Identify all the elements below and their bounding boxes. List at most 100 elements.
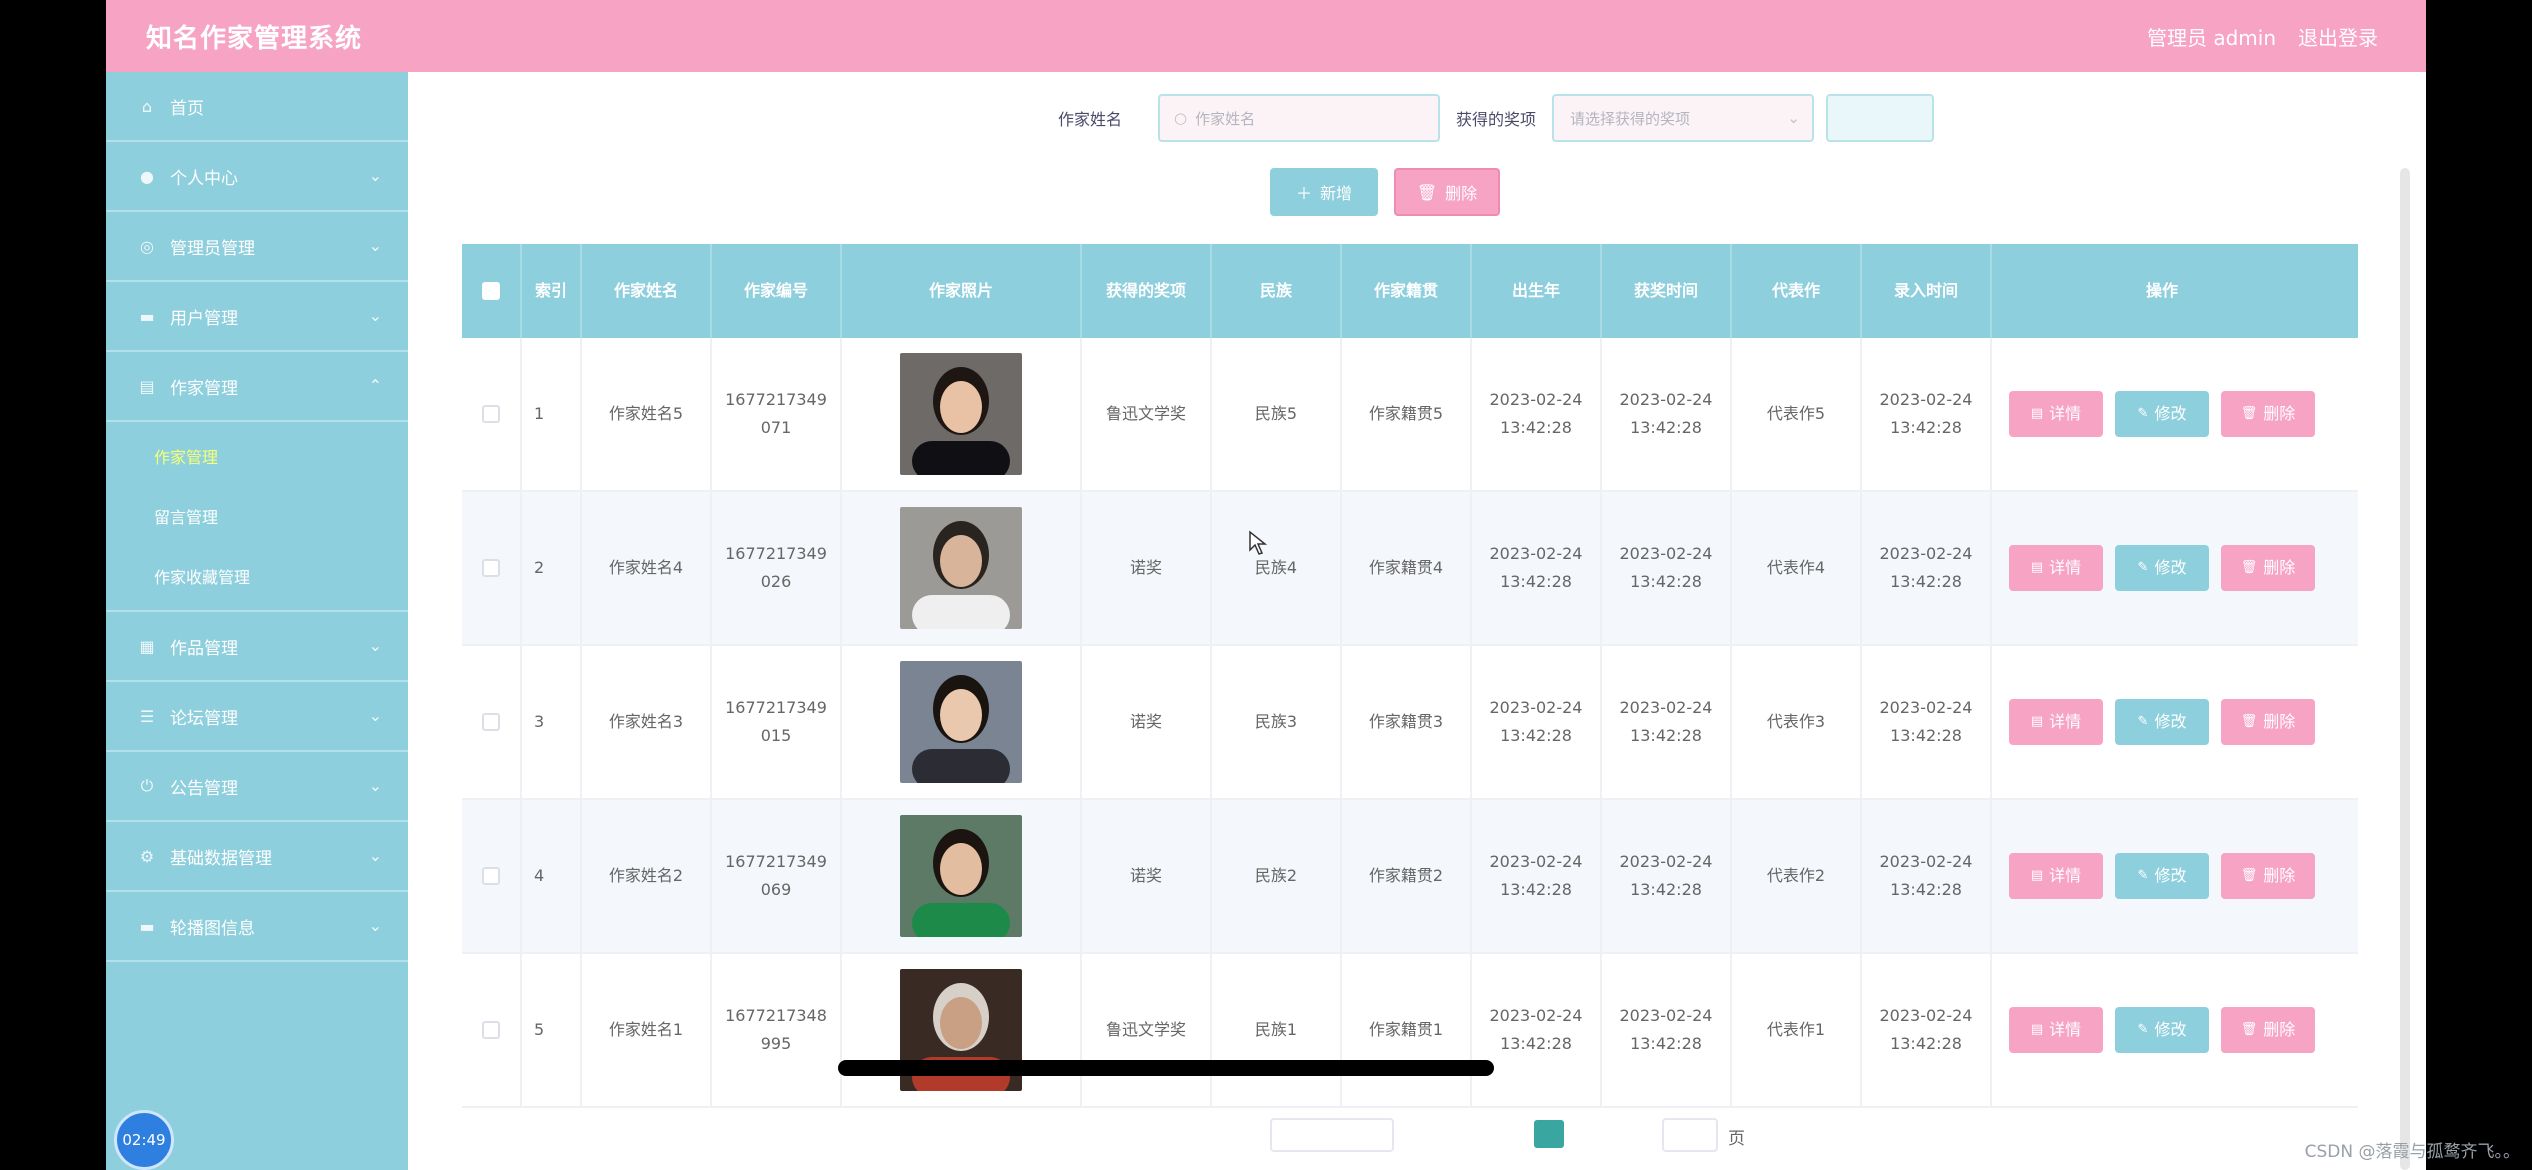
edit-button[interactable]: ✎ 修改 (2115, 391, 2209, 437)
delete-button[interactable]: 🗑 删除 (2221, 699, 2315, 745)
name-cell: 作家姓名1 (582, 954, 712, 1106)
sidebar-item[interactable]: ▦ 作品管理 ⌄ (106, 612, 408, 682)
photo-cell (842, 646, 1082, 798)
select-all-checkbox[interactable] (482, 282, 500, 300)
sidebar-item-label: 作家管理 (170, 378, 238, 399)
row-checkbox[interactable] (482, 867, 500, 885)
row-checkbox[interactable] (482, 559, 500, 577)
photo-cell (842, 492, 1082, 644)
edit-button[interactable]: ✎ 修改 (2115, 1007, 2209, 1053)
sidebar-item[interactable]: ● 个人中心 ⌄ (106, 142, 408, 212)
goto-page-input[interactable] (1662, 1118, 1718, 1152)
writer-code-line: 015 (760, 726, 792, 745)
datetime-cell: 2023-02-24 13:42:28 (1862, 492, 1992, 644)
date-text: 2023-02-24 (1879, 390, 1973, 409)
sidebar-item[interactable]: ⌂ 首页 (106, 72, 408, 142)
writer-code-cell: 1677217349 069 (712, 800, 842, 952)
detail-button[interactable]: ▤ 详情 (2009, 545, 2103, 591)
delete-button[interactable]: 🗑 删除 (2221, 391, 2315, 437)
column-header[interactable]: 代表作 (1732, 244, 1862, 338)
datetime-cell: 2023-02-24 13:42:28 (1602, 492, 1732, 644)
time-text: 13:42:28 (1890, 880, 1962, 899)
clock-badge: 02:49 (114, 1110, 174, 1170)
sidebar-item[interactable]: ☰ 论坛管理 ⌄ (106, 682, 408, 752)
sidebar-item[interactable]: ▬ 轮播图信息 ⌄ (106, 892, 408, 962)
column-header[interactable]: 录入时间 (1862, 244, 1992, 338)
column-header[interactable]: 出生年 (1472, 244, 1602, 338)
column-header[interactable]: 作家编号 (712, 244, 842, 338)
edit-button[interactable]: ✎ 修改 (2115, 699, 2209, 745)
edit-button[interactable]: ✎ 修改 (2115, 853, 2209, 899)
column-header[interactable]: 民族 (1212, 244, 1342, 338)
detail-button[interactable]: ▤ 详情 (2009, 699, 2103, 745)
logout-link[interactable]: 退出登录 (2298, 22, 2378, 51)
name-search-input[interactable]: ○ 作家姓名 (1158, 94, 1440, 142)
page-size-select[interactable] (1270, 1118, 1394, 1152)
work-cell: 代表作1 (1732, 954, 1862, 1106)
detail-button-label: 详情 (2049, 404, 2082, 423)
origin-cell: 作家籍贯3 (1342, 646, 1472, 798)
vertical-scrollbar[interactable] (2400, 168, 2410, 1170)
chevron-icon: ⌄ (368, 236, 382, 255)
sidebar-item[interactable]: ⚙ 基础数据管理 ⌄ (106, 822, 408, 892)
detail-button[interactable]: ▤ 详情 (2009, 853, 2103, 899)
chevron-down-icon: ⌄ (1787, 109, 1800, 127)
plus-icon: ＋ (1295, 184, 1312, 203)
chevron-icon: ⌄ (368, 846, 382, 865)
submenu-item[interactable]: 作家管理 (106, 426, 408, 486)
edit-button[interactable]: ✎ 修改 (2115, 545, 2209, 591)
writer-code-line: 1677217349 (725, 852, 827, 871)
document-icon: ▤ (2030, 714, 2044, 729)
submenu-item[interactable]: 作家收藏管理 (106, 546, 408, 606)
home-icon: ⌂ (141, 96, 153, 116)
submenu-item[interactable]: 留言管理 (106, 486, 408, 546)
home-indicator (838, 1060, 1494, 1076)
current-page[interactable] (1534, 1120, 1564, 1148)
writer-photo[interactable] (900, 353, 1022, 475)
main-content: 作家姓名 ○ 作家姓名 获得的奖项 请选择获得的奖项 ⌄ ＋ 新增 🗑 删除 索… (408, 72, 2418, 1170)
sidebar-item[interactable]: ▬ 用户管理 ⌄ (106, 282, 408, 352)
column-header[interactable]: 作家照片 (842, 244, 1082, 338)
delete-button[interactable]: 🗑 删除 (2221, 1007, 2315, 1053)
writer-photo[interactable] (900, 507, 1022, 629)
datetime-cell: 2023-02-24 13:42:28 (1602, 800, 1732, 952)
person-icon: ● (140, 166, 154, 186)
add-button[interactable]: ＋ 新增 (1270, 168, 1378, 216)
row-checkbox[interactable] (482, 405, 500, 423)
delete-button[interactable]: 🗑 删除 (2221, 853, 2315, 899)
date-text: 2023-02-24 (1489, 1006, 1583, 1025)
delete-button-label: 删除 (2263, 712, 2296, 731)
datetime-cell: 2023-02-24 13:42:28 (1472, 338, 1602, 490)
name-cell: 作家姓名2 (582, 800, 712, 952)
actions-cell: ▤ 详情 ✎ 修改 🗑 删除 (1992, 800, 2332, 952)
trash-icon: 🗑 (2240, 1022, 2258, 1037)
column-header[interactable]: 获奖时间 (1602, 244, 1732, 338)
row-checkbox[interactable] (482, 713, 500, 731)
column-header[interactable]: 索引 (522, 244, 582, 338)
header-select-all[interactable] (462, 244, 522, 338)
award-select[interactable]: 请选择获得的奖项 ⌄ (1552, 94, 1814, 142)
sidebar-item[interactable]: ◎ 管理员管理 ⌄ (106, 212, 408, 282)
sidebar-item[interactable]: ▤ 作家管理 ⌃ (106, 352, 408, 422)
batch-delete-button[interactable]: 🗑 删除 (1394, 168, 1500, 216)
trash-icon: 🗑 (2240, 560, 2258, 575)
writer-photo[interactable] (900, 815, 1022, 937)
delete-button-label: 删除 (2263, 866, 2296, 885)
delete-button[interactable]: 🗑 删除 (2221, 545, 2315, 591)
query-button[interactable] (1826, 94, 1934, 142)
detail-button[interactable]: ▤ 详情 (2009, 391, 2103, 437)
detail-button[interactable]: ▤ 详情 (2009, 1007, 2103, 1053)
row-checkbox[interactable] (482, 1021, 500, 1039)
detail-button-label: 详情 (2049, 866, 2082, 885)
column-header[interactable]: 作家籍贯 (1342, 244, 1472, 338)
time-text: 13:42:28 (1630, 418, 1702, 437)
writer-code-line: 071 (760, 418, 792, 437)
sidebar-item[interactable]: ⏻ 公告管理 ⌄ (106, 752, 408, 822)
column-header[interactable]: 作家姓名 (582, 244, 712, 338)
trash-icon: 🗑 (2240, 406, 2258, 421)
column-header[interactable]: 获得的奖项 (1082, 244, 1212, 338)
search-icon: ○ (1174, 109, 1188, 127)
date-text: 2023-02-24 (1619, 852, 1713, 871)
writer-photo[interactable] (900, 661, 1022, 783)
app-title: 知名作家管理系统 (146, 24, 363, 54)
